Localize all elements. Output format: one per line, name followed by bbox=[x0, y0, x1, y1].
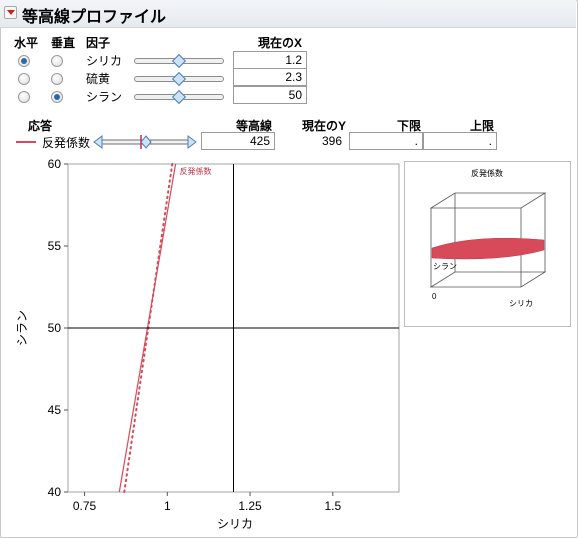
x-axis-label: シリカ bbox=[217, 517, 253, 531]
y-tick-label: 45 bbox=[48, 403, 62, 417]
response-name: 反発係数 bbox=[42, 136, 91, 150]
factor-name-sulfur: 硫黄 bbox=[86, 72, 111, 86]
horizontal-radio-silica[interactable] bbox=[18, 55, 30, 67]
y-tick-label: 40 bbox=[48, 485, 62, 499]
vertical-radio-silane[interactable] bbox=[51, 91, 63, 103]
header-vertical: 垂直 bbox=[51, 36, 76, 50]
y-tick-label: 50 bbox=[48, 321, 62, 335]
lower-limit-field[interactable]: . bbox=[349, 132, 423, 150]
y-axis: 40 45 50 55 60 bbox=[48, 157, 68, 499]
surface-plot[interactable]: 反発係数 シラン 0 シリカ bbox=[405, 162, 570, 326]
y-tick-label: 60 bbox=[48, 157, 62, 171]
vertical-radio-sulfur[interactable] bbox=[51, 73, 63, 85]
y-axis-label: シラン bbox=[15, 310, 29, 346]
x-tick-label: 1 bbox=[164, 499, 171, 513]
contour-range-slider[interactable] bbox=[93, 133, 197, 151]
horizontal-radio-silane[interactable] bbox=[18, 91, 30, 103]
contour-value-field[interactable]: 425 bbox=[201, 132, 275, 150]
title-bar: 等高線プロファイル bbox=[0, 0, 576, 28]
surface-axis-silane: シラン bbox=[433, 262, 457, 271]
current-y-value: 396 bbox=[322, 134, 343, 148]
contour-lower-arrow[interactable] bbox=[93, 135, 103, 149]
header-factor: 因子 bbox=[86, 36, 111, 50]
response-line-swatch bbox=[16, 141, 36, 143]
x-tick-label: 1.5 bbox=[324, 499, 341, 513]
upper-limit-field[interactable]: . bbox=[423, 132, 497, 150]
header-horizontal: 水平 bbox=[14, 36, 39, 50]
contour-upper-arrow[interactable] bbox=[187, 135, 197, 149]
x-tick-label: 0.75 bbox=[73, 499, 97, 513]
contour-label: 反発係数 bbox=[180, 166, 212, 176]
surface-axis-silica: シリカ bbox=[509, 299, 533, 308]
x-axis: 0.75 1 1.25 1.5 bbox=[73, 492, 341, 513]
contour-slider-handle[interactable] bbox=[140, 135, 152, 149]
current-x-sulfur[interactable]: 2.3 bbox=[233, 68, 307, 86]
current-x-silica[interactable]: 1.2 bbox=[233, 51, 307, 69]
current-x-silane[interactable]: 50 bbox=[233, 86, 307, 104]
surface-axis-zero: 0 bbox=[432, 292, 437, 301]
vertical-radio-silica[interactable] bbox=[51, 55, 63, 67]
contour-plot[interactable]: 40 45 50 55 60 0.75 1 1.25 1.5 反発係数 シリカ シラン bbox=[10, 155, 402, 538]
header-current-y: 現在のY bbox=[302, 119, 347, 133]
header-current-x: 現在のX bbox=[258, 36, 303, 50]
surface-title: 反発係数 bbox=[471, 168, 503, 178]
x-tick-label: 1.25 bbox=[238, 499, 262, 513]
panel-title: 等高線プロファイル bbox=[22, 9, 167, 26]
factor-name-silica: シリカ bbox=[86, 54, 123, 68]
red-triangle-menu-icon[interactable] bbox=[4, 6, 17, 19]
response-surface bbox=[431, 237, 545, 260]
y-tick-label: 55 bbox=[48, 239, 62, 253]
factor-name-silane: シラン bbox=[86, 90, 123, 104]
header-response: 応答 bbox=[28, 119, 53, 133]
horizontal-radio-sulfur[interactable] bbox=[18, 73, 30, 85]
surface-plot-panel[interactable]: 反発係数 シラン 0 シリカ bbox=[404, 161, 571, 327]
